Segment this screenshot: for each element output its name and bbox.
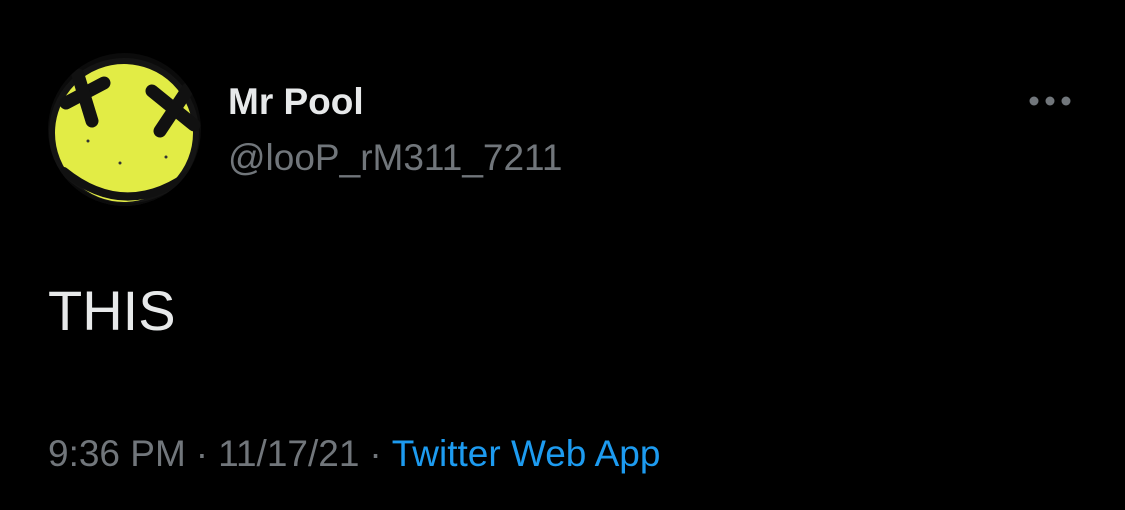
more-dots-icon xyxy=(1029,96,1071,106)
tweet-meta: 9:36 PM · 11/17/21 · Twitter Web App xyxy=(48,431,660,477)
tweet-text: THIS xyxy=(48,279,176,342)
tweet-detail: Mr Pool @looP_rM311_7211 THIS 9:36 PM · 11… xyxy=(0,0,1125,510)
display-name[interactable]: Mr Pool xyxy=(228,80,364,124)
more-options-button[interactable] xyxy=(1020,84,1080,118)
user-handle[interactable]: @looP_rM311_7211 xyxy=(228,136,562,180)
tweet-source-link[interactable]: Twitter Web App xyxy=(392,433,661,474)
yellow-smiley-x-eyes-icon xyxy=(49,58,201,206)
meta-separator: · xyxy=(369,433,382,474)
tweet-time[interactable]: 9:36 PM xyxy=(48,433,186,474)
meta-separator: · xyxy=(195,433,209,474)
tweet-date[interactable]: 11/17/21 xyxy=(218,433,359,474)
avatar[interactable] xyxy=(48,53,201,206)
